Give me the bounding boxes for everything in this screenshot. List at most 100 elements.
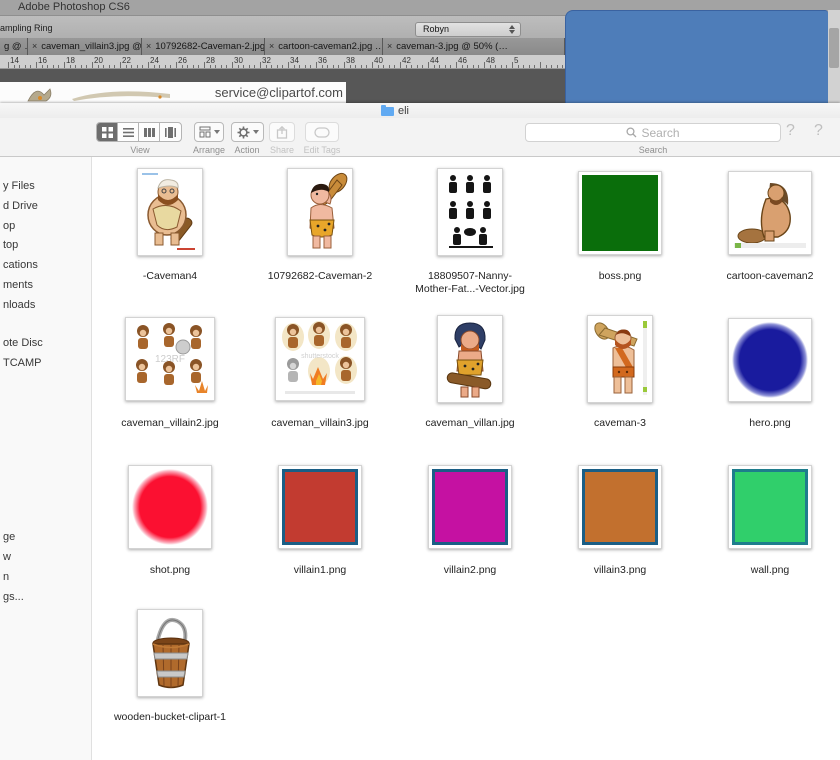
file-thumbnail[interactable]	[578, 171, 662, 255]
sidebar-item[interactable]: ote Disc	[3, 337, 43, 349]
file-thumbnail[interactable]	[728, 465, 812, 549]
ruler-tick	[506, 65, 507, 68]
file-item[interactable]: 123RF caveman_villain2.jpg	[95, 313, 245, 460]
file-thumbnail[interactable]	[137, 168, 203, 256]
file-thumbnail[interactable]	[287, 168, 353, 256]
ruler-tick	[198, 65, 199, 68]
chevron-down-icon	[253, 130, 259, 134]
help-icon[interactable]: ?	[786, 122, 795, 140]
blue-window[interactable]	[565, 10, 828, 103]
icon-view-button[interactable]	[97, 123, 118, 141]
file-thumbnail[interactable]	[437, 168, 503, 256]
sidebar-tag-item[interactable]: ge	[3, 531, 15, 543]
ruler-tick	[366, 65, 367, 68]
ruler-number: 18	[66, 56, 75, 65]
sidebar-tag-item[interactable]: gs...	[3, 591, 24, 603]
tab-close-icon[interactable]: ×	[269, 41, 274, 51]
file-thumbnail[interactable]	[587, 315, 653, 403]
file-item[interactable]: cartoon-caveman2	[695, 166, 840, 313]
document-tab[interactable]: g @ …	[0, 38, 28, 55]
file-item[interactable]: 18809507-Nanny- Mother-Fat...-Vector.jpg	[395, 166, 545, 313]
sidebar-item[interactable]: nloads	[3, 299, 35, 311]
tab-close-icon[interactable]: ×	[387, 41, 392, 51]
search-icon	[626, 127, 637, 138]
ruler-tick	[19, 65, 20, 68]
ruler-number: 36	[318, 56, 327, 65]
ruler-tick	[193, 65, 194, 68]
ruler-tick	[92, 62, 93, 68]
tab-close-icon[interactable]: ×	[32, 41, 37, 51]
ruler-tick	[271, 65, 272, 68]
edit-tags-button[interactable]	[305, 122, 339, 142]
action-button[interactable]	[231, 122, 264, 142]
sidebar-item[interactable]: ments	[3, 279, 33, 291]
file-thumbnail[interactable]: 123RF	[125, 317, 215, 401]
document-tab[interactable]: ×10792682-Caveman-2.jpg	[142, 38, 265, 55]
ruler-tick	[148, 62, 149, 68]
ruler-tick	[36, 62, 37, 68]
search-placeholder: Search	[641, 126, 679, 140]
document-tab[interactable]: ×cartoon-caveman2.jpg …	[265, 38, 383, 55]
sidebar-tag-item[interactable]: n	[3, 571, 9, 583]
file-item[interactable]: boss.png	[545, 166, 695, 313]
ruler-tick	[249, 65, 250, 68]
ruler-number: 5	[514, 56, 518, 65]
file-item[interactable]: -Caveman4	[95, 166, 245, 313]
sidebar-item[interactable]: d Drive	[3, 200, 38, 212]
file-item[interactable]: villain3.png	[545, 460, 695, 607]
document-tab[interactable]: ×caveman-3.jpg @ 50% (…	[383, 38, 565, 55]
sidebar-tag-item[interactable]: w	[3, 551, 11, 563]
sidebar-item[interactable]: y Files	[3, 180, 35, 192]
file-item[interactable]: 10792682-Caveman-2	[245, 166, 395, 313]
help-icon[interactable]: ?	[814, 122, 823, 140]
tab-close-icon[interactable]: ×	[146, 41, 151, 51]
file-thumbnail[interactable]	[278, 465, 362, 549]
ruler-tick	[42, 65, 43, 68]
ruler-tick	[562, 65, 563, 68]
sidebar-item[interactable]: top	[3, 239, 18, 251]
file-item[interactable]: villain1.png	[245, 460, 395, 607]
preset-dropdown[interactable]: Robyn	[415, 22, 521, 37]
file-thumbnail[interactable]	[428, 465, 512, 549]
ruler-tick	[439, 65, 440, 68]
arrange-button[interactable]	[194, 122, 224, 142]
finder-titlebar[interactable]: eli	[0, 103, 840, 118]
file-thumbnail[interactable]	[137, 609, 203, 697]
ruler-tick	[215, 65, 216, 68]
list-view-button[interactable]	[118, 123, 139, 141]
search-input[interactable]: Search	[525, 123, 781, 142]
document-tab[interactable]: ×caveman_villain3.jpg @ …	[28, 38, 142, 55]
file-thumbnail[interactable]	[128, 465, 212, 549]
file-item[interactable]: villain2.png	[395, 460, 545, 607]
coverflow-view-button[interactable]	[160, 123, 181, 141]
file-thumbnail[interactable]	[437, 315, 503, 403]
file-item[interactable]: wall.png	[695, 460, 840, 607]
ruler-tick	[411, 65, 412, 68]
file-item[interactable]: wooden-bucket-clipart-1	[95, 607, 245, 754]
file-item[interactable]: shutterstock caveman_villain3.jpg	[245, 313, 395, 460]
ruler-tick	[260, 62, 261, 68]
file-thumbnail[interactable]	[728, 171, 812, 255]
search-label: Search	[553, 145, 753, 155]
file-item[interactable]: hero.png	[695, 313, 840, 460]
file-thumbnail[interactable]: shutterstock	[275, 317, 365, 401]
file-item[interactable]: caveman-3	[545, 313, 695, 460]
share-button[interactable]	[269, 122, 295, 142]
ruler-tick	[422, 65, 423, 68]
file-thumbnail[interactable]	[728, 318, 812, 402]
ruler-tick	[47, 65, 48, 68]
file-item[interactable]: shot.png	[95, 460, 245, 607]
sidebar-item[interactable]: op	[3, 220, 15, 232]
file-thumbnail[interactable]	[578, 465, 662, 549]
sidebar-item[interactable]: TCAMP	[3, 357, 42, 369]
column-view-button[interactable]	[139, 123, 160, 141]
file-name: caveman_villan.jpg	[395, 417, 545, 430]
finder-sidebar: y Files d Drive op top cations ments nloads ote…	[0, 157, 92, 760]
ruler-tick	[467, 65, 468, 68]
file-item[interactable]: caveman_villan.jpg	[395, 313, 545, 460]
sidebar-item[interactable]: cations	[3, 259, 38, 271]
ruler-tick	[456, 62, 457, 68]
ruler-tick	[316, 62, 317, 68]
ruler-tick	[383, 65, 384, 68]
edit-tags-label: Edit Tags	[288, 145, 356, 155]
